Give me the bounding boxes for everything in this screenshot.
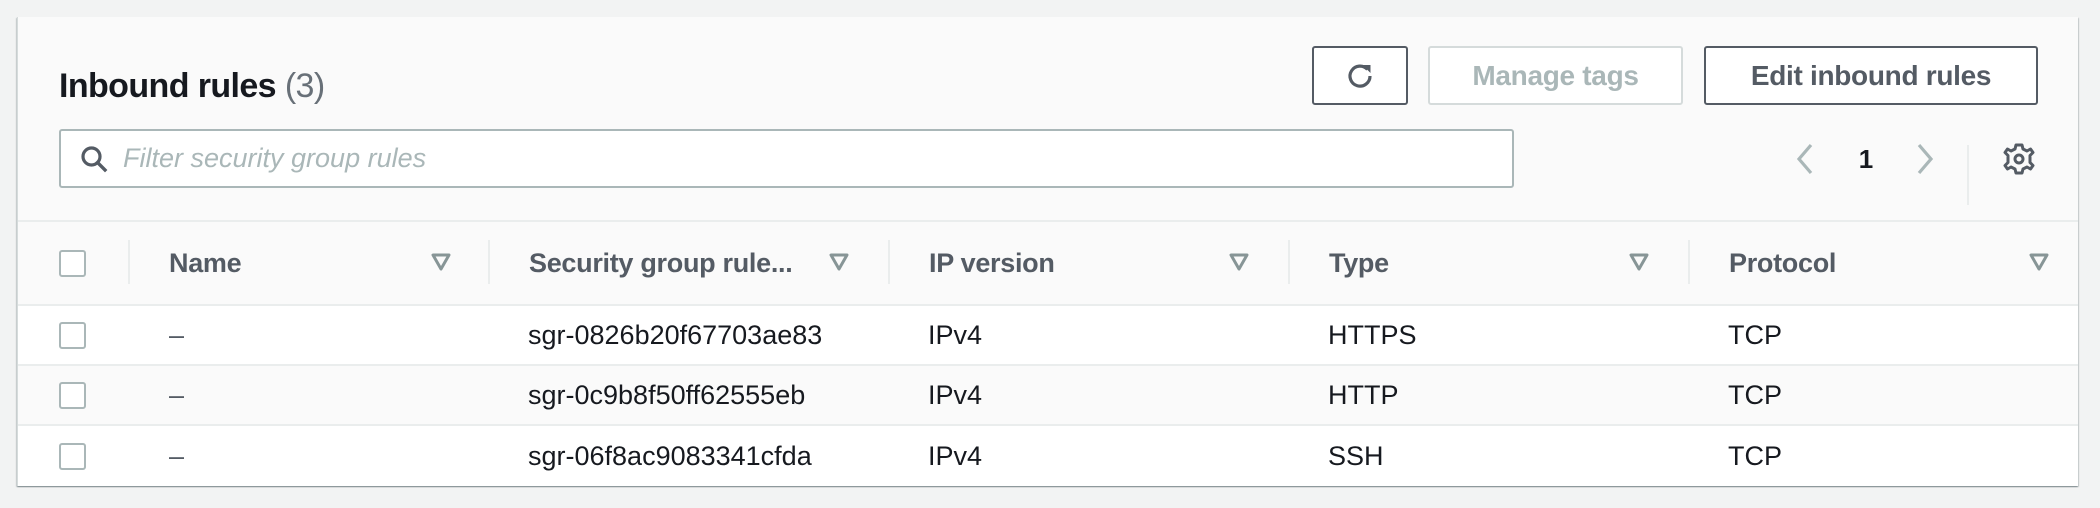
pagination-divider	[1967, 145, 1969, 205]
sort-icon[interactable]	[829, 252, 849, 272]
column-label: IP version	[929, 247, 1055, 278]
column-divider	[888, 240, 890, 284]
cell-name: –	[169, 319, 185, 350]
previous-page-button[interactable]	[1790, 141, 1820, 177]
sort-icon[interactable]	[431, 252, 451, 272]
table-header: Name Security group rule... IP version T…	[18, 220, 2078, 306]
column-label: Type	[1329, 247, 1389, 278]
column-divider	[488, 240, 490, 284]
cell-type: HTTP	[1328, 379, 1399, 410]
refresh-button[interactable]	[1312, 46, 1408, 105]
cell-rule-id: sgr-0826b20f67703ae83	[528, 319, 823, 350]
column-header-type[interactable]: Type	[1329, 222, 1389, 304]
cell-rule-id: sgr-0c9b8f50ff62555eb	[528, 379, 806, 410]
chevron-right-icon	[1917, 143, 1934, 175]
column-header-protocol[interactable]: Protocol	[1729, 222, 1836, 304]
cell-ip-version: IPv4	[928, 379, 983, 410]
refresh-icon	[1348, 64, 1372, 88]
column-header-name[interactable]: Name	[169, 222, 242, 304]
search-icon	[79, 144, 109, 174]
row-checkbox[interactable]	[59, 321, 86, 349]
column-divider	[1688, 240, 1690, 284]
cell-rule-id: sgr-06f8ac9083341cfda	[528, 440, 812, 471]
column-divider	[1288, 240, 1290, 284]
page-title: Inbound rules (3)	[59, 67, 325, 106]
column-label: Security group rule...	[529, 247, 793, 278]
cell-type: HTTPS	[1328, 319, 1417, 350]
next-page-button[interactable]	[1910, 141, 1940, 177]
sort-icon[interactable]	[2029, 252, 2049, 272]
column-header-ip-version[interactable]: IP version	[929, 222, 1055, 304]
row-checkbox[interactable]	[59, 442, 86, 470]
cell-protocol: TCP	[1728, 379, 1782, 410]
inbound-rules-panel: Inbound rules (3) Manage tags Edit inbou…	[17, 17, 2078, 486]
manage-tags-button[interactable]: Manage tags	[1428, 46, 1683, 105]
gear-icon	[2003, 143, 2035, 175]
edit-inbound-rules-button[interactable]: Edit inbound rules	[1704, 46, 2038, 105]
cell-ip-version: IPv4	[928, 440, 983, 471]
table-row[interactable]: – sgr-06f8ac9083341cfda IPv4 SSH TCP	[18, 426, 2078, 486]
column-label: Protocol	[1729, 247, 1837, 278]
filter-search-field[interactable]	[59, 129, 1514, 188]
current-page-button[interactable]: 1	[1851, 141, 1881, 177]
column-header-rule-id[interactable]: Security group rule...	[529, 222, 793, 304]
table-row[interactable]: – sgr-0826b20f67703ae83 IPv4 HTTPS TCP	[18, 306, 2078, 366]
cell-ip-version: IPv4	[928, 319, 983, 350]
sort-icon[interactable]	[1629, 252, 1649, 272]
row-checkbox[interactable]	[59, 381, 86, 409]
title-text: Inbound rules	[59, 67, 277, 105]
cell-name: –	[169, 440, 185, 471]
rule-count: (3)	[284, 67, 325, 105]
rules-table: Name Security group rule... IP version T…	[18, 220, 2078, 486]
cell-protocol: TCP	[1728, 440, 1782, 471]
cell-name: –	[169, 379, 185, 410]
chevron-left-icon	[1796, 143, 1813, 175]
column-label: Name	[169, 247, 242, 278]
select-all-checkbox[interactable]	[59, 249, 86, 277]
sort-icon[interactable]	[1229, 252, 1249, 272]
column-divider	[128, 240, 130, 284]
table-row[interactable]: – sgr-0c9b8f50ff62555eb IPv4 HTTP TCP	[18, 366, 2078, 426]
cell-type: SSH	[1328, 440, 1384, 471]
preferences-button[interactable]	[2001, 141, 2037, 177]
filter-input[interactable]	[123, 143, 1512, 174]
cell-protocol: TCP	[1728, 319, 1782, 350]
